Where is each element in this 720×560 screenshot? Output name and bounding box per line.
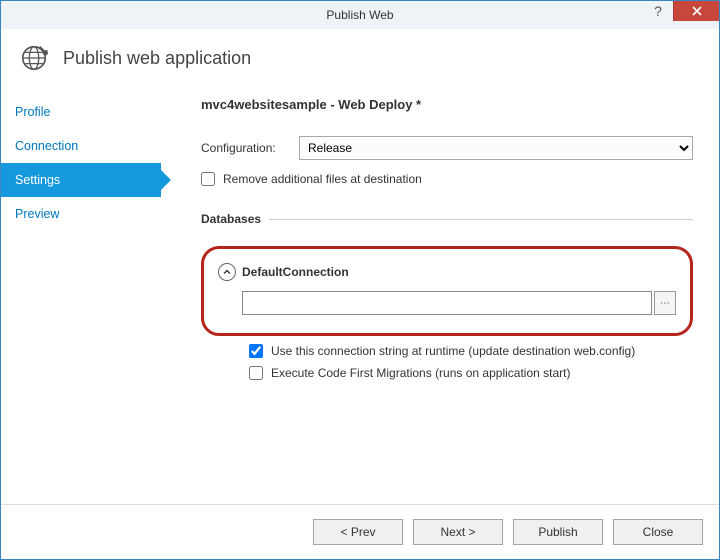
configuration-select[interactable]: Release [299, 136, 693, 160]
connection-string-row: ⋯ [242, 291, 676, 315]
connection-highlight: DefaultConnection ⋯ [201, 246, 693, 336]
button-label: Publish [538, 525, 577, 539]
remove-files-checkbox[interactable] [201, 172, 215, 186]
dialog-title: Publish web application [63, 48, 251, 69]
dialog-body: Profile Connection Settings Preview mvc4… [1, 89, 719, 504]
connection-browse-button[interactable]: ⋯ [654, 291, 676, 315]
remove-files-checkbox-wrap[interactable]: Remove additional files at destination [201, 172, 422, 186]
button-label: Next > [440, 525, 475, 539]
sidebar-item-label: Connection [15, 139, 78, 153]
connection-options: Use this connection string at runtime (u… [249, 344, 693, 380]
titlebar: Publish Web ? [1, 1, 719, 29]
prev-button[interactable]: < Prev [313, 519, 403, 545]
ellipsis-icon: ⋯ [660, 298, 670, 309]
remove-files-row: Remove additional files at destination [201, 172, 693, 186]
use-runtime-checkbox[interactable] [249, 344, 263, 358]
databases-label: Databases [201, 212, 261, 226]
window-title: Publish Web [1, 8, 719, 22]
code-first-checkbox-wrap[interactable]: Execute Code First Migrations (runs on a… [249, 366, 693, 380]
sidebar-item-connection[interactable]: Connection [1, 129, 161, 163]
sidebar-item-settings[interactable]: Settings [1, 163, 161, 197]
collapse-toggle[interactable] [218, 263, 236, 281]
connection-name: DefaultConnection [242, 265, 349, 279]
help-button[interactable]: ? [643, 1, 673, 21]
sidebar: Profile Connection Settings Preview [1, 89, 161, 504]
page-title: mvc4websitesample - Web Deploy * [201, 97, 693, 112]
window-controls: ? [643, 1, 719, 29]
next-button[interactable]: Next > [413, 519, 503, 545]
dialog-footer: < Prev Next > Publish Close [1, 504, 719, 559]
publish-button[interactable]: Publish [513, 519, 603, 545]
configuration-row: Configuration: Release [201, 136, 693, 160]
configuration-label: Configuration: [201, 141, 291, 155]
publish-web-dialog: Publish Web ? Publish web application Pr… [0, 0, 720, 560]
button-label: < Prev [340, 525, 375, 539]
use-runtime-label: Use this connection string at runtime (u… [271, 344, 635, 358]
connection-header: DefaultConnection [218, 263, 676, 281]
code-first-checkbox[interactable] [249, 366, 263, 380]
close-window-button[interactable] [673, 1, 719, 21]
close-button[interactable]: Close [613, 519, 703, 545]
code-first-label: Execute Code First Migrations (runs on a… [271, 366, 570, 380]
sidebar-item-label: Settings [15, 173, 60, 187]
close-icon [692, 6, 702, 16]
use-runtime-checkbox-wrap[interactable]: Use this connection string at runtime (u… [249, 344, 693, 358]
sidebar-item-label: Profile [15, 105, 50, 119]
dialog-header: Publish web application [1, 29, 719, 89]
remove-files-label: Remove additional files at destination [223, 172, 422, 186]
main-panel: mvc4websitesample - Web Deploy * Configu… [161, 89, 719, 504]
sidebar-item-label: Preview [15, 207, 59, 221]
chevron-up-icon [223, 268, 231, 276]
sidebar-item-preview[interactable]: Preview [1, 197, 161, 231]
databases-section-title: Databases [201, 212, 693, 226]
connection-string-input[interactable] [242, 291, 652, 315]
button-label: Close [643, 525, 674, 539]
sidebar-item-profile[interactable]: Profile [1, 95, 161, 129]
globe-icon [19, 43, 49, 73]
section-divider [269, 219, 693, 220]
